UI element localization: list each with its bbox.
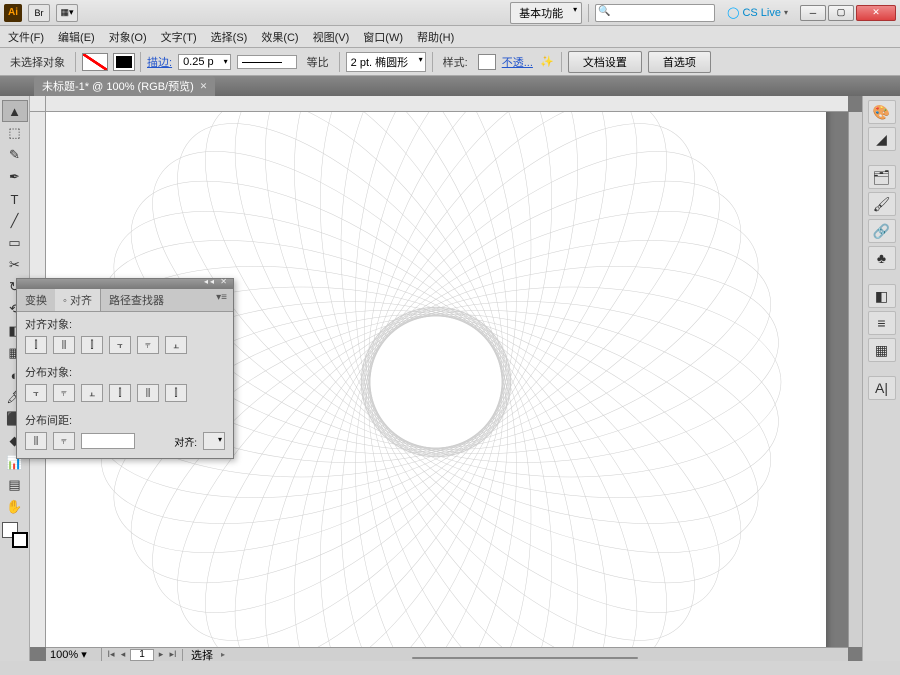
align-to-dropdown[interactable] [203, 432, 225, 450]
panel-icon-3[interactable]: 🗂 [868, 165, 896, 189]
workspace-dropdown[interactable]: 基本功能 [510, 2, 582, 24]
dist-btn-5[interactable]: ⫿ [165, 384, 187, 402]
align-btn-2[interactable]: ⫿ [81, 336, 103, 354]
prev-page-icon[interactable]: ◂ [118, 649, 128, 660]
doc-tab[interactable]: 未标题-1* @ 100% (RGB/预览) ✕ [34, 76, 215, 96]
tab-align[interactable]: ◦ 对齐 [55, 289, 101, 311]
next-page-icon[interactable]: ▸ [156, 649, 166, 660]
arrange-button[interactable]: ▦▾ [56, 4, 78, 22]
menu-help[interactable]: 帮助(H) [417, 29, 454, 45]
align-btn-3[interactable]: ⫟ [109, 336, 131, 354]
stroke-weight-dropdown[interactable]: 0.25 p [178, 54, 231, 70]
color-swatches[interactable] [2, 522, 28, 548]
last-page-icon[interactable]: ▸I [168, 649, 178, 660]
artboard-pager: I◂ ◂ ▸ ▸I [102, 649, 183, 661]
panel-icon-12[interactable]: A| [868, 376, 896, 400]
tool-18[interactable]: ✋ [2, 496, 28, 518]
section-spacing-label: 分布间距: [17, 408, 233, 430]
tool-0[interactable]: ▲ [2, 100, 28, 122]
fill-swatch[interactable] [82, 53, 108, 71]
menubar: 文件(F) 编辑(E) 对象(O) 文字(T) 选择(S) 效果(C) 视图(V… [0, 26, 900, 48]
zoom-dropdown[interactable]: 100% ▾ [46, 648, 102, 661]
section-align-label: 对齐对象: [17, 312, 233, 334]
tool-7[interactable]: ✂ [2, 254, 28, 276]
align-btn-1[interactable]: ⫼ [53, 336, 75, 354]
panel-icon-4[interactable]: 🖌 [868, 192, 896, 216]
doc-setup-button[interactable]: 文档设置 [568, 51, 642, 73]
recolor-icon[interactable]: ✨ [539, 54, 555, 70]
ai-logo: Ai [4, 4, 22, 22]
tool-1[interactable]: ⬚ [2, 122, 28, 144]
tool-5[interactable]: ╱ [2, 210, 28, 232]
menu-type[interactable]: 文字(T) [161, 29, 197, 45]
maximize-button[interactable]: ▢ [828, 5, 854, 21]
dist-btn-0[interactable]: ⫟ [25, 384, 47, 402]
opacity-link[interactable]: 不透... [502, 54, 533, 70]
uniform-label: 等比 [303, 54, 333, 70]
align-to-label: 对齐: [174, 434, 197, 449]
menu-file[interactable]: 文件(F) [8, 29, 44, 45]
tool-2[interactable]: ✎ [2, 144, 28, 166]
menu-view[interactable]: 视图(V) [313, 29, 350, 45]
titlebar: Ai Br ▦▾ 基本功能 CS Live ─ ▢ ✕ [0, 0, 900, 26]
bridge-button[interactable]: Br [28, 4, 50, 22]
menu-edit[interactable]: 编辑(E) [58, 29, 95, 45]
align-btn-4[interactable]: ⫧ [137, 336, 159, 354]
doc-tab-close-icon[interactable]: ✕ [200, 81, 208, 92]
minimize-button[interactable]: ─ [800, 5, 826, 21]
panel-header[interactable] [17, 279, 233, 289]
scrollbar-vertical[interactable] [848, 112, 862, 647]
menu-object[interactable]: 对象(O) [109, 29, 147, 45]
tab-pathfinder[interactable]: 路径查找器 [101, 289, 172, 311]
tab-transform[interactable]: 变换 [17, 289, 55, 311]
cslive-button[interactable]: CS Live [721, 6, 794, 19]
doc-tab-strip: 未标题-1* @ 100% (RGB/预览) ✕ [0, 76, 900, 96]
doc-tab-title: 未标题-1* @ 100% (RGB/预览) [42, 78, 194, 94]
align-btn-5[interactable]: ⫠ [165, 336, 187, 354]
dist-btn-4[interactable]: ⫼ [137, 384, 159, 402]
prefs-button[interactable]: 首选项 [648, 51, 711, 73]
align-panel: 变换 ◦ 对齐 路径查找器 ▾≡ 对齐对象: ⫿ ⫼ ⫿ ⫟ ⫧ ⫠ 分布对象: ⫟ ⫧ ⫠ ⫿… [16, 278, 234, 459]
panel-icon-5[interactable]: 🔗 [868, 219, 896, 243]
close-button[interactable]: ✕ [856, 5, 896, 21]
search-input[interactable] [595, 4, 715, 22]
options-bar: 未选择对象 描边: 0.25 p 等比 2 pt. 椭圆形 样式: 不透... … [0, 48, 900, 76]
spacing-input[interactable] [81, 433, 135, 449]
style-swatch[interactable] [478, 54, 496, 70]
spacing-v-button[interactable]: ⫼ [25, 432, 47, 450]
panel-icon-0[interactable]: 🎨 [868, 100, 896, 124]
panel-menu-icon[interactable]: ▾≡ [210, 289, 233, 311]
dist-btn-1[interactable]: ⫧ [53, 384, 75, 402]
tool-3[interactable]: ✒ [2, 166, 28, 188]
first-page-icon[interactable]: I◂ [106, 649, 116, 660]
menu-window[interactable]: 窗口(W) [363, 29, 403, 45]
statusbar: 100% ▾ I◂ ◂ ▸ ▸I 选择 ▸ [46, 647, 848, 661]
panel-icon-8[interactable]: ◧ [868, 284, 896, 308]
panel-icon-6[interactable]: ♣ [868, 246, 896, 270]
menu-select[interactable]: 选择(S) [211, 29, 248, 45]
brush-dropdown[interactable]: 2 pt. 椭圆形 [346, 52, 426, 72]
panel-icon-1[interactable]: ◢ [868, 127, 896, 151]
tool-4[interactable]: T [2, 188, 28, 210]
selection-label: 未选择对象 [6, 54, 69, 70]
stroke-profile-dropdown[interactable] [237, 55, 297, 69]
tool-6[interactable]: ▭ [2, 232, 28, 254]
dist-btn-2[interactable]: ⫠ [81, 384, 103, 402]
menu-effect[interactable]: 效果(C) [261, 29, 298, 45]
page-input[interactable] [130, 649, 154, 661]
tool-17[interactable]: ▤ [2, 474, 28, 496]
tool-label: 选择 [183, 647, 221, 662]
panel-icon-9[interactable]: ≡ [868, 311, 896, 335]
stroke-link[interactable]: 描边: [147, 54, 172, 70]
right-panel-dock: 🎨 ◢ 🗂 🖌 🔗 ♣ ◧ ≡ ▦ A| [862, 96, 900, 661]
section-distribute-label: 分布对象: [17, 360, 233, 382]
stroke-swatch[interactable] [114, 54, 134, 70]
panel-icon-10[interactable]: ▦ [868, 338, 896, 362]
dist-btn-3[interactable]: ⫿ [109, 384, 131, 402]
spacing-h-button[interactable]: ⫧ [53, 432, 75, 450]
ruler-corner [30, 96, 46, 112]
ruler-horizontal[interactable] [46, 96, 848, 112]
align-btn-0[interactable]: ⫿ [25, 336, 47, 354]
style-label: 样式: [439, 54, 472, 70]
